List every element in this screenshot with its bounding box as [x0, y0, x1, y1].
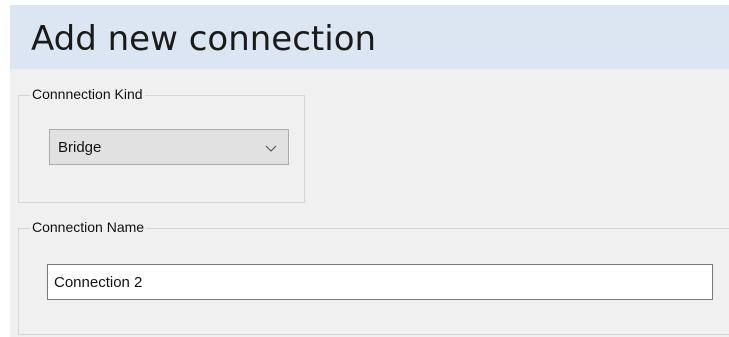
connection-kind-selected-value: Bridge [58, 139, 102, 156]
chevron-down-icon [265, 145, 277, 152]
connection-kind-label: Connnection Kind [30, 86, 145, 102]
connection-name-input[interactable] [47, 264, 713, 300]
dialog-header: Add new connection [10, 5, 729, 69]
connection-kind-group: Connnection Kind Bridge [18, 86, 305, 203]
page-title: Add new connection [31, 19, 377, 59]
connection-name-group: Connection Name [18, 219, 729, 335]
connection-name-label: Connection Name [30, 219, 147, 235]
connection-kind-dropdown[interactable]: Bridge [49, 129, 289, 165]
add-connection-dialog: Add new connection Connnection Kind Brid… [10, 5, 729, 337]
